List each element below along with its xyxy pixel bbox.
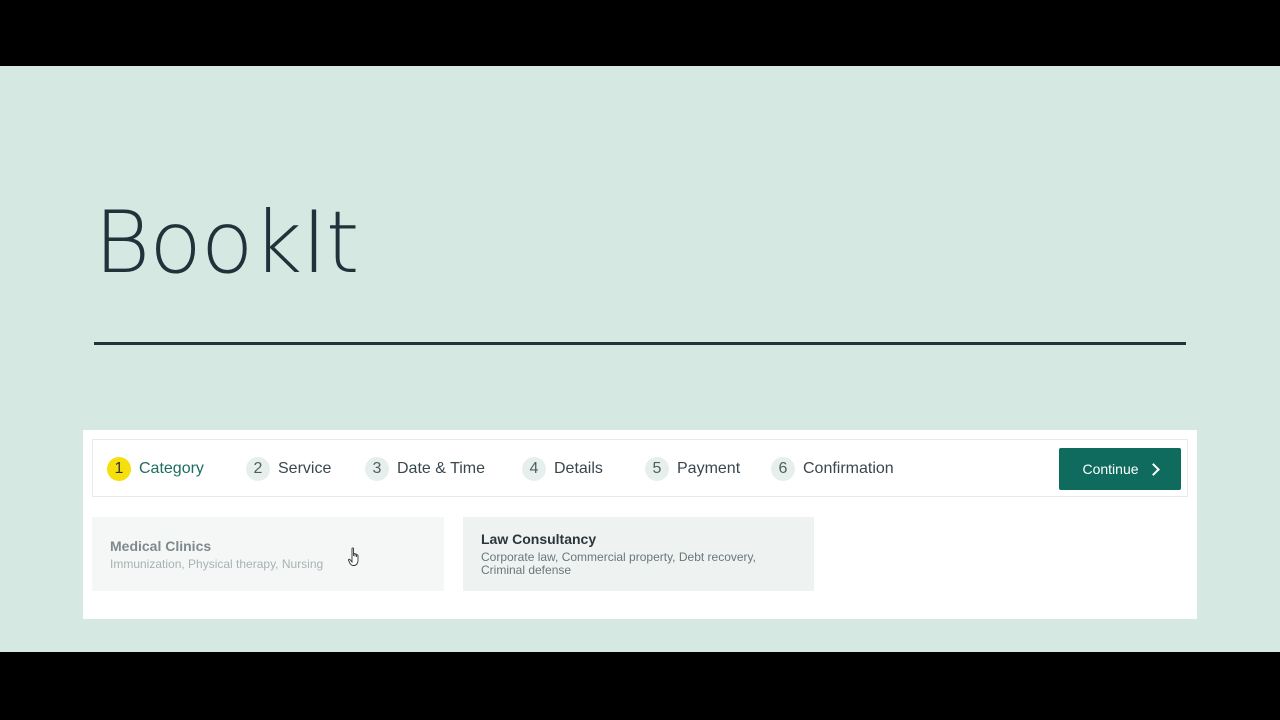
brand-title: BookIt bbox=[94, 193, 359, 293]
steps-bar: 1 Category 2 Service 3 Date & Time 4 Det… bbox=[92, 439, 1188, 497]
category-title: Medical Clinics bbox=[110, 538, 212, 554]
continue-button-label: Continue bbox=[1082, 461, 1139, 477]
step-confirmation[interactable]: 6 Confirmation bbox=[771, 440, 894, 498]
category-title: Law Consultancy bbox=[481, 531, 597, 547]
booking-widget: 1 Category 2 Service 3 Date & Time 4 Det… bbox=[83, 430, 1197, 619]
category-description: Corporate law, Commercial property, Debt… bbox=[481, 550, 756, 577]
step-service[interactable]: 2 Service bbox=[246, 440, 331, 498]
page-frame: BookIt 1 Category 2 Service 3 Date & Tim… bbox=[0, 66, 1280, 652]
step-number: 2 bbox=[246, 457, 270, 481]
category-description: Immunization, Physical therapy, Nursing bbox=[110, 557, 324, 571]
step-details[interactable]: 4 Details bbox=[522, 440, 603, 498]
continue-button[interactable]: Continue bbox=[1059, 448, 1181, 490]
category-card-medical-clinics[interactable]: Medical Clinics Immunization, Physical t… bbox=[92, 517, 444, 591]
step-payment[interactable]: 5 Payment bbox=[645, 440, 740, 498]
header-divider bbox=[94, 342, 1186, 345]
step-date-time[interactable]: 3 Date & Time bbox=[365, 440, 485, 498]
step-number: 1 bbox=[107, 457, 131, 481]
chevron-right-icon bbox=[1146, 462, 1160, 476]
step-label: Service bbox=[278, 460, 332, 477]
step-label: Category bbox=[139, 460, 204, 477]
step-number: 3 bbox=[365, 457, 389, 481]
step-label: Date & Time bbox=[397, 460, 486, 477]
step-number: 6 bbox=[771, 457, 795, 481]
step-label: Payment bbox=[677, 460, 741, 477]
step-label: Confirmation bbox=[803, 460, 894, 477]
step-category[interactable]: 1 Category bbox=[107, 440, 204, 498]
step-number: 4 bbox=[522, 457, 546, 481]
step-number: 5 bbox=[645, 457, 669, 481]
step-label: Details bbox=[554, 460, 603, 477]
hand-pointer-cursor-icon bbox=[348, 547, 359, 566]
category-card-law-consultancy[interactable]: Law Consultancy Corporate law, Commercia… bbox=[463, 517, 814, 591]
